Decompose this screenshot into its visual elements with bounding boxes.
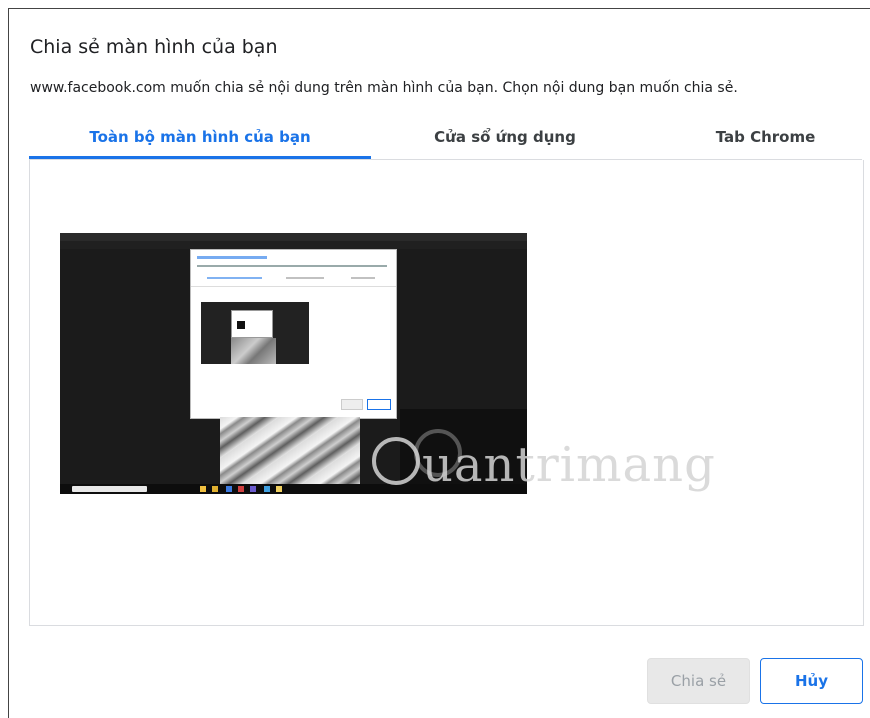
thumb-taskbar-icon-5 [250,486,256,492]
tab-chrome-tab[interactable]: Tab Chrome [669,122,862,156]
thumb-window-titlebar [60,233,527,241]
thumb-taskbar-icon-3 [226,486,232,492]
tab-bar: Toàn bộ màn hình của bạn Cửa sổ ứng dụng… [29,122,862,160]
thumb-share-button [341,399,363,410]
thumb-nested-dialog [190,249,397,419]
thumb-taskbar-icon-1 [200,486,206,492]
watermark-q-icon [372,437,420,485]
thumb-inner-block [237,321,245,329]
source-picker-panel [29,160,864,626]
thumb-tab-line-3 [351,277,375,279]
thumb-tab-line-1 [207,277,262,279]
dialog-title: Chia sẻ màn hình của bạn [30,36,278,58]
dialog-description: www.facebook.com muốn chia sẻ nội dung t… [30,80,738,96]
thumb-taskbar-icon-7 [276,486,282,492]
watermark-text: uantrimang [422,437,716,493]
thumb-taskbar-search [72,486,147,492]
thumb-cancel-button [367,399,391,410]
thumb-inner-screen [201,302,309,364]
thumb-dialog-desc-line [197,265,387,267]
thumb-inner-window [231,310,273,338]
thumb-address-bar [60,241,527,249]
thumb-inner-image [231,338,276,364]
thumb-tab-separator [191,286,396,287]
thumb-photo [220,417,360,488]
thumb-taskbar-icon-6 [264,486,270,492]
thumb-tab-line-2 [286,277,324,279]
tab-application-window[interactable]: Cửa sổ ứng dụng [405,122,605,156]
share-button[interactable]: Chia sẻ [647,658,750,704]
thumb-dialog-title-line [197,256,267,259]
tab-entire-screen[interactable]: Toàn bộ màn hình của bạn [29,122,371,159]
thumb-taskbar-icon-4 [238,486,244,492]
cancel-button[interactable]: Hủy [760,658,863,704]
thumb-taskbar-icon-2 [212,486,218,492]
watermark-logo: uantrimang [372,437,716,493]
